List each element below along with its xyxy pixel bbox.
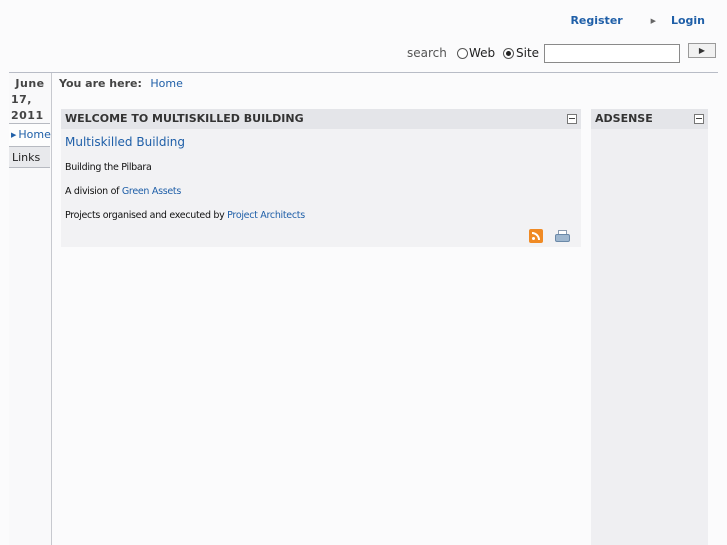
- article-line-3: Projects organised and executed by Proje…: [65, 210, 305, 221]
- nav-item-home[interactable]: ▶ Home: [9, 123, 51, 147]
- radio-web[interactable]: [457, 48, 468, 59]
- date-display: June 17, 2011: [9, 73, 51, 124]
- article-line-2: A division of Green Assets: [65, 186, 181, 197]
- breadcrumb: You are here: Home: [59, 77, 183, 90]
- register-link[interactable]: Register: [570, 14, 622, 27]
- project-architects-link[interactable]: Project Architects: [227, 210, 305, 221]
- welcome-panel-title: WELCOME TO MULTISKILLED BUILDING: [65, 112, 304, 125]
- nav-item-links[interactable]: Links: [9, 146, 50, 168]
- breadcrumb-label: You are here:: [59, 77, 142, 90]
- arrow-right-icon: ▶: [650, 17, 656, 25]
- rss-icon[interactable]: [529, 229, 543, 243]
- breadcrumb-home-link[interactable]: Home: [150, 77, 182, 90]
- article-line-1: Building the Pilbara: [65, 162, 152, 173]
- search-go-button[interactable]: ▶: [688, 43, 716, 58]
- adsense-panel-header: ADSENSE: [591, 109, 708, 129]
- login-link[interactable]: ▶ Login: [639, 14, 705, 27]
- welcome-panel-header: WELCOME TO MULTISKILLED BUILDING: [61, 109, 581, 129]
- header-divider: [9, 72, 718, 73]
- adsense-panel: ADSENSE: [591, 109, 708, 545]
- search-label: search: [407, 46, 447, 60]
- minimize-icon[interactable]: [567, 114, 577, 124]
- arrow-right-icon: ▶: [11, 131, 17, 139]
- search-input[interactable]: [544, 44, 680, 63]
- radio-web-label[interactable]: Web: [469, 46, 495, 60]
- article-heading[interactable]: Multiskilled Building: [65, 135, 185, 149]
- top-nav: Register ▶ Login: [558, 14, 705, 27]
- welcome-panel: WELCOME TO MULTISKILLED BUILDING Multisk…: [61, 109, 581, 247]
- left-column: June 17, 2011 ▶ Home Links: [9, 73, 52, 545]
- print-icon[interactable]: [555, 230, 570, 242]
- radio-site-label[interactable]: Site: [516, 46, 539, 60]
- nav-item-links-label: Links: [12, 151, 41, 164]
- radio-site[interactable]: [503, 48, 514, 59]
- login-label: Login: [670, 14, 705, 27]
- date-year: 2011: [11, 109, 44, 122]
- minimize-icon[interactable]: [694, 114, 704, 124]
- nav-item-home-label: Home: [18, 128, 51, 141]
- adsense-title: ADSENSE: [595, 112, 653, 125]
- article-line-3-prefix: Projects organised and executed by: [65, 210, 228, 221]
- play-arrow-icon: ▶: [698, 46, 706, 55]
- search-bar: search Web Site ▶: [407, 43, 717, 65]
- green-assets-link[interactable]: Green Assets: [122, 186, 181, 197]
- date-day: 17,: [11, 93, 32, 106]
- article-line-2-prefix: A division of: [65, 186, 122, 197]
- date-month: June: [15, 77, 45, 90]
